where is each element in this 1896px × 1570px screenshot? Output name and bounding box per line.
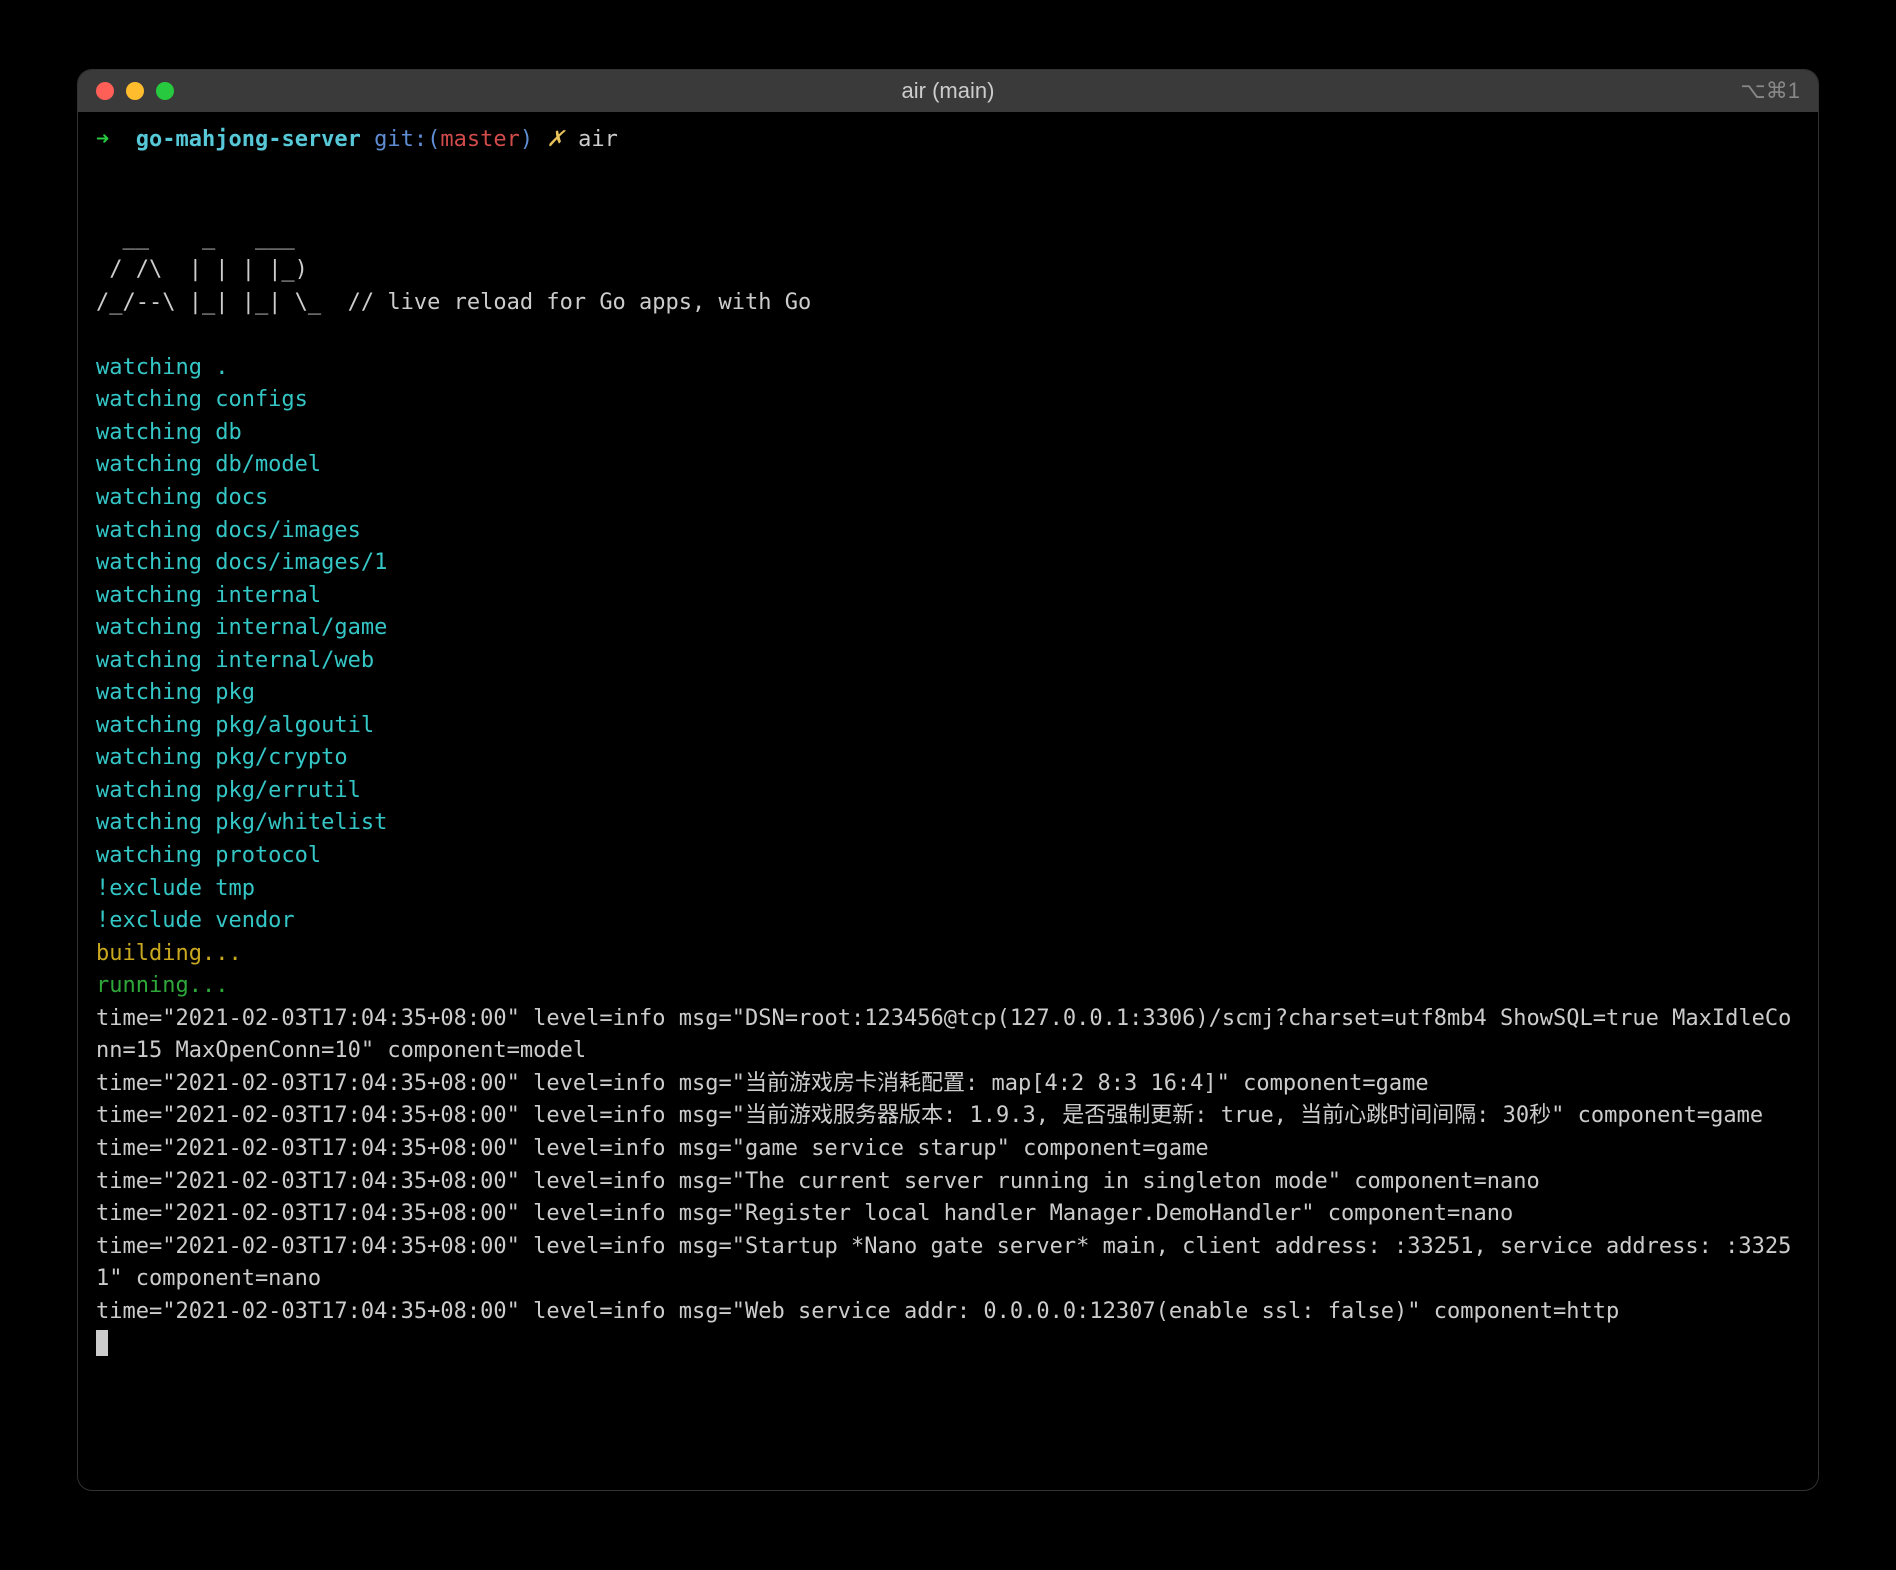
logs-list: time="2021-02-03T17:04:35+08:00" level=i…	[96, 1006, 1791, 1324]
prompt-line: ➜ go-mahjong-server git:(master) ✗ air	[96, 124, 1800, 157]
watching-line: watching pkg	[96, 680, 255, 705]
log-line: time="2021-02-03T17:04:35+08:00" level=i…	[96, 1299, 1619, 1324]
watching-line: watching internal/web	[96, 648, 374, 673]
watching-list: watching . watching configs watching db …	[96, 355, 387, 868]
prompt-arrow: ➜	[96, 127, 109, 152]
maximize-button[interactable]	[156, 82, 174, 100]
running-status: running...	[96, 973, 228, 998]
log-line: time="2021-02-03T17:04:35+08:00" level=i…	[96, 1201, 1513, 1226]
log-line: time="2021-02-03T17:04:35+08:00" level=i…	[96, 1071, 1429, 1096]
watching-line: watching docs/images/1	[96, 550, 387, 575]
cursor	[96, 1330, 108, 1356]
ascii-line-2: / /\ | | | |_)	[96, 257, 321, 282]
watching-line: watching pkg/errutil	[96, 778, 361, 803]
prompt-marker: ✗	[546, 127, 564, 152]
watching-line: watching pkg/whitelist	[96, 810, 387, 835]
watching-line: watching db	[96, 420, 242, 445]
watching-line: watching db/model	[96, 452, 321, 477]
minimize-button[interactable]	[126, 82, 144, 100]
ascii-art: __ _ ___ / /\ | | | |_) /_/--\ |_| |_| \…	[96, 225, 824, 315]
excludes-list: !exclude tmp !exclude vendor	[96, 876, 295, 934]
log-line: time="2021-02-03T17:04:35+08:00" level=i…	[96, 1234, 1791, 1292]
traffic-lights	[96, 82, 174, 100]
close-button[interactable]	[96, 82, 114, 100]
watching-line: watching protocol	[96, 843, 321, 868]
prompt-dir: go-mahjong-server	[136, 127, 361, 152]
git-label: git:(	[374, 127, 440, 152]
watching-line: watching docs	[96, 485, 268, 510]
exclude-line: !exclude vendor	[96, 908, 295, 933]
watching-line: watching .	[96, 355, 228, 380]
terminal-body[interactable]: ➜ go-mahjong-server git:(master) ✗ air _…	[78, 112, 1818, 1490]
ascii-line-3: /_/--\ |_| |_| \_ // live reload for Go …	[96, 290, 824, 315]
titlebar: air (main) ⌥⌘1	[78, 70, 1818, 112]
window-title: air (main)	[902, 78, 995, 104]
log-line: time="2021-02-03T17:04:35+08:00" level=i…	[96, 1006, 1791, 1064]
terminal-window: air (main) ⌥⌘1 ➜ go-mahjong-server git:(…	[78, 70, 1818, 1490]
watching-line: watching internal/game	[96, 615, 387, 640]
git-branch: master	[440, 127, 519, 152]
watching-line: watching internal	[96, 583, 321, 608]
log-line: time="2021-02-03T17:04:35+08:00" level=i…	[96, 1169, 1540, 1194]
building-status: building...	[96, 941, 242, 966]
watching-line: watching configs	[96, 387, 308, 412]
exclude-line: !exclude tmp	[96, 876, 255, 901]
watching-line: watching pkg/algoutil	[96, 713, 374, 738]
git-close: )	[520, 127, 533, 152]
watching-line: watching docs/images	[96, 518, 361, 543]
watching-line: watching pkg/crypto	[96, 745, 348, 770]
command-text: air	[578, 127, 618, 152]
log-line: time="2021-02-03T17:04:35+08:00" level=i…	[96, 1103, 1763, 1128]
window-shortcut: ⌥⌘1	[1740, 78, 1800, 104]
ascii-line-1: __ _ ___	[96, 225, 321, 250]
log-line: time="2021-02-03T17:04:35+08:00" level=i…	[96, 1136, 1209, 1161]
